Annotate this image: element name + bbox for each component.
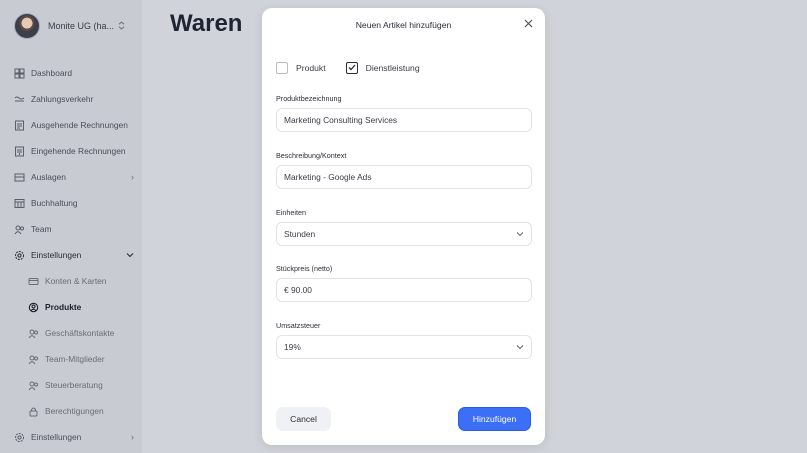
chevron-down-icon xyxy=(516,231,524,237)
receipt-icon xyxy=(14,172,25,183)
sidebar-item-label: Einstellungen xyxy=(31,432,82,442)
sidebar-item-buchhaltung[interactable]: Buchhaltung xyxy=(14,190,134,216)
sidebar-item-berechtigungen[interactable]: Berechtigungen xyxy=(14,398,134,424)
sidebar-item-label: Team-Mitglieder xyxy=(45,354,105,364)
item-type-options: Produkt Dienstleistung xyxy=(276,62,440,74)
units-select[interactable]: Stunden xyxy=(276,222,532,246)
dashboard-icon xyxy=(14,68,25,79)
sidebar-item-label: Dashboard xyxy=(31,68,72,78)
ledger-icon xyxy=(14,198,25,209)
type-label-dienstleistung: Dienstleistung xyxy=(365,63,420,73)
sidebar-item-zahlungsverkehr[interactable]: Zahlungsverkehr xyxy=(14,86,134,112)
units-label: Einheiten xyxy=(276,208,306,217)
vat-value: 19% xyxy=(284,342,301,352)
checkbox-dienstleistung[interactable] xyxy=(345,62,358,74)
gear-icon xyxy=(14,432,25,443)
sidebar-item-label: Auslagen xyxy=(31,172,66,182)
chevron-right-icon: › xyxy=(131,172,134,182)
product-icon xyxy=(28,302,39,313)
product-name-input[interactable]: Marketing Consulting Services xyxy=(276,108,532,132)
type-option-dienstleistung[interactable]: Dienstleistung xyxy=(345,62,420,74)
description-value: Marketing - Google Ads xyxy=(284,172,372,182)
sidebar-item-label: Buchhaltung xyxy=(31,198,78,208)
units-value: Stunden xyxy=(284,229,316,239)
avatar xyxy=(14,13,40,39)
sidebar-item-label: Konten & Karten xyxy=(45,276,107,286)
type-option-produkt[interactable]: Produkt xyxy=(276,62,326,74)
sidebar-item-geschaeftskontakte[interactable]: Geschäftskontakte xyxy=(14,320,134,346)
description-label: Beschreibung/Kontext xyxy=(276,151,347,160)
vat-select[interactable]: 19% xyxy=(276,335,532,359)
account-name: Monite UG (ha... xyxy=(48,21,115,31)
name-field-group: Produktbezeichnung Marketing Consulting … xyxy=(276,94,532,132)
vat-field-group: Umsatzsteuer 19% xyxy=(276,321,532,359)
sidebar-item-label: Berechtigungen xyxy=(45,406,104,416)
invoice-out-icon xyxy=(14,120,25,131)
description-field-group: Beschreibung/Kontext Marketing - Google … xyxy=(276,151,532,189)
members-icon xyxy=(28,354,39,365)
chevron-updown-icon xyxy=(118,20,125,32)
page-title: Waren xyxy=(170,10,243,37)
sidebar-item-label: Produkte xyxy=(45,302,82,312)
sidebar-item-label: Geschäftskontakte xyxy=(45,328,115,338)
sidebar-item-label: Steuerberatung xyxy=(45,380,103,390)
sidebar: Monite UG (ha... Dashboard Zahlungsverke… xyxy=(0,0,142,453)
name-label: Produktbezeichnung xyxy=(276,94,342,103)
sidebar-item-label: Zahlungsverkehr xyxy=(31,94,94,104)
contacts-icon xyxy=(28,328,39,339)
price-input[interactable]: € 90.00 xyxy=(276,278,532,302)
description-input[interactable]: Marketing - Google Ads xyxy=(276,165,532,189)
product-name-value: Marketing Consulting Services xyxy=(284,115,398,125)
sidebar-item-konten-karten[interactable]: Konten & Karten xyxy=(14,268,134,294)
close-button[interactable] xyxy=(521,17,535,31)
invoice-in-icon xyxy=(14,146,25,157)
sidebar-item-label: Einstellungen xyxy=(31,250,82,260)
team-icon xyxy=(14,224,25,235)
type-label-produkt: Produkt xyxy=(296,63,326,73)
sidebar-item-dashboard[interactable]: Dashboard xyxy=(14,60,134,86)
sidebar-item-label: Eingehende Rechnungen xyxy=(31,146,126,156)
sidebar-item-team-mitglieder[interactable]: Team-Mitglieder xyxy=(14,346,134,372)
add-button[interactable]: Hinzufügen xyxy=(458,407,531,431)
price-field-group: Stückpreis (netto) € 90.00 xyxy=(276,264,532,302)
sidebar-item-label: Team xyxy=(31,224,52,234)
gear-icon xyxy=(14,250,25,261)
sidebar-item-steuerberatung[interactable]: Steuerberatung xyxy=(14,372,134,398)
vat-label: Umsatzsteuer xyxy=(276,321,321,330)
close-icon xyxy=(524,15,533,33)
units-field-group: Einheiten Stunden xyxy=(276,208,532,246)
sidebar-item-einstellungen[interactable]: Einstellungen xyxy=(14,242,134,268)
cancel-button[interactable]: Cancel xyxy=(276,407,331,431)
sidebar-item-auslagen[interactable]: Auslagen › xyxy=(14,164,134,190)
chevron-down-icon xyxy=(126,250,134,260)
card-icon xyxy=(28,276,39,287)
price-label: Stückpreis (netto) xyxy=(276,264,333,273)
sidebar-item-produkte[interactable]: Produkte xyxy=(14,294,134,320)
sidebar-item-ausgehende-rechnungen[interactable]: Ausgehende Rechnungen xyxy=(14,112,134,138)
checkmark-icon xyxy=(348,63,356,73)
dialog-title: Neuen Artikel hinzufügen xyxy=(355,20,452,30)
checkbox-produkt[interactable] xyxy=(276,62,288,74)
sidebar-item-einstellungen-2[interactable]: Einstellungen › xyxy=(14,424,134,450)
sidebar-item-eingehende-rechnungen[interactable]: Eingehende Rechnungen xyxy=(14,138,134,164)
account-switcher[interactable]: Monite UG (ha... xyxy=(14,13,125,39)
lock-icon xyxy=(28,406,39,417)
tax-advisor-icon xyxy=(28,380,39,391)
chevron-down-icon xyxy=(516,344,524,350)
sidebar-item-label: Ausgehende Rechnungen xyxy=(31,120,128,130)
sidebar-nav: Dashboard Zahlungsverkehr Ausgehende Rec… xyxy=(14,60,134,450)
price-value: € 90.00 xyxy=(284,285,312,295)
chevron-right-icon: › xyxy=(131,432,134,442)
transfer-icon xyxy=(14,94,25,105)
add-item-dialog: Neuen Artikel hinzufügen Produkt Dienstl… xyxy=(262,8,545,445)
sidebar-item-team[interactable]: Team xyxy=(14,216,134,242)
